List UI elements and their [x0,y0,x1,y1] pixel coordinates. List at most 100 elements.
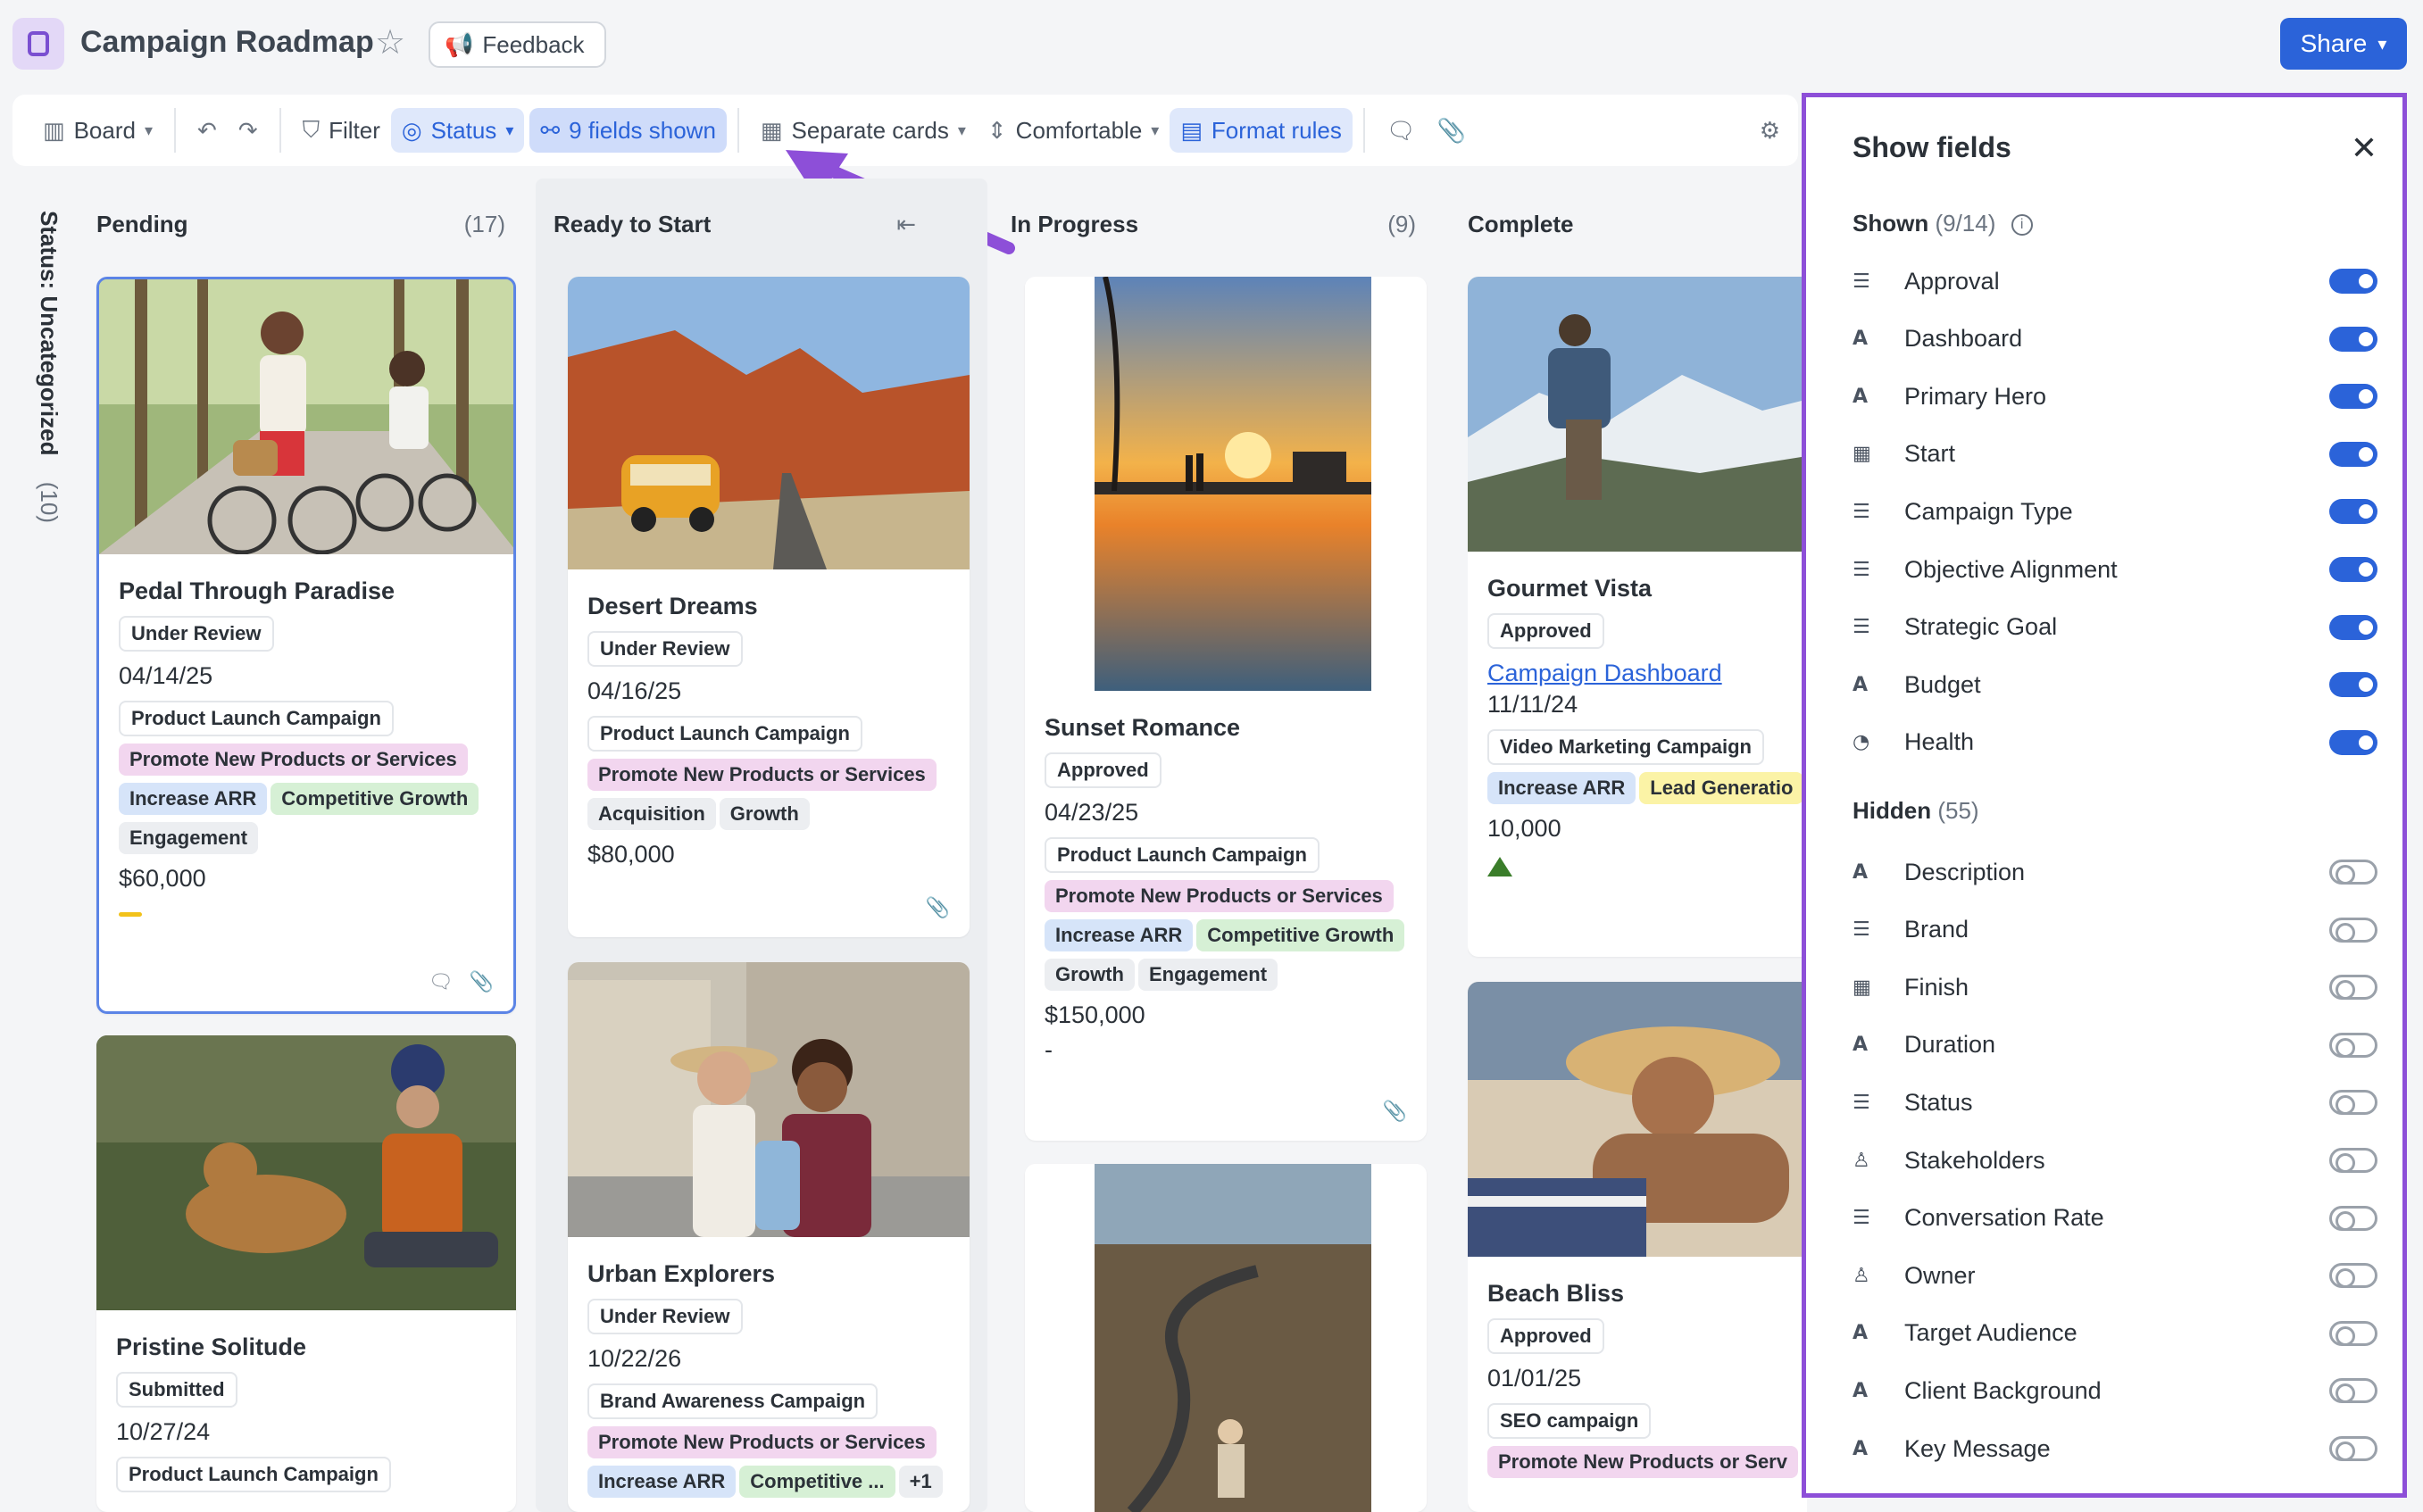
approval-chip: Approved [1487,613,1604,649]
field-row-primary-hero[interactable]: A Primary Hero [1853,378,2377,414]
field-visibility-toggle[interactable] [2329,441,2377,467]
card-gourmet-vista[interactable]: Gourmet Vista Approved Campaign Dashboar… [1468,277,1807,957]
field-row-brand[interactable]: ☰ Brand [1853,912,2377,948]
field-visibility-toggle[interactable] [2329,860,2377,885]
paperclip-icon[interactable]: 📎 [470,970,494,993]
field-row-client-background[interactable]: A Client Background [1853,1373,2377,1408]
field-visibility-toggle[interactable] [2329,1436,2377,1461]
undo-button[interactable]: ↶ [187,108,228,153]
field-row-start[interactable]: ▦ Start [1853,436,2377,472]
field-visibility-toggle[interactable] [2329,326,2377,352]
card-sunset-romance[interactable]: Sunset Romance Approved 04/23/25 Product… [1025,277,1427,1141]
field-visibility-toggle[interactable] [2329,729,2377,755]
field-row-objective-alignment[interactable]: ☰ Objective Alignment [1853,552,2377,587]
card-image [568,277,970,569]
card-desert-dreams[interactable]: Desert Dreams Under Review 04/16/25 Prod… [568,277,970,937]
app-icon[interactable] [12,18,64,70]
card-urban-explorers[interactable]: Urban Explorers Under Review 10/22/26 Br… [568,962,970,1512]
card-pedal-through-paradise[interactable]: Pedal Through Paradise Under Review 04/1… [96,277,516,1014]
column-title: In Progress [1011,211,1139,237]
health-value: - [1045,1036,1053,1063]
approval-chip: Approved [1045,752,1162,788]
card-beach-bliss[interactable]: Beach Bliss Approved 01/01/25 SEO campai… [1468,982,1807,1512]
field-row-duration[interactable]: A Duration [1853,1027,2377,1063]
approval-chip: Under Review [587,1299,743,1334]
comment-add-icon[interactable]: 🗨 [429,970,454,993]
group-icon: ◎ [401,116,422,144]
redo-button[interactable]: ↷ [228,108,269,153]
field-visibility-toggle[interactable] [2329,917,2377,943]
attachment-button[interactable]: 📎 [1427,108,1477,153]
list-icon: ☰ [1853,558,1870,581]
field-row-health[interactable]: ◔ Health [1853,725,2377,760]
field-visibility-toggle[interactable] [2329,614,2377,640]
field-visibility-toggle[interactable] [2329,1205,2377,1231]
card-title: Gourmet Vista [1487,575,1653,602]
field-visibility-toggle[interactable] [2329,269,2377,294]
undo-icon: ↶ [197,116,217,144]
field-visibility-toggle[interactable] [2329,672,2377,698]
field-row-description[interactable]: A Description [1853,854,2377,890]
board-view-button[interactable]: ▥ Board ▾ [32,108,163,153]
paperclip-icon[interactable]: 📎 [1383,1100,1407,1123]
objective-chip: Promote New Products or Services [587,759,937,791]
field-row-key-message[interactable]: A Key Message [1853,1431,2377,1466]
shown-label: Shown [1853,210,1929,237]
field-visibility-toggle[interactable] [2329,384,2377,410]
separate-cards-button[interactable]: ▦ Separate cards ▾ [750,108,977,153]
uncategorized-group[interactable]: Status: Uncategorized (10) [16,211,79,550]
field-row-owner[interactable]: ♙ Owner [1853,1258,2377,1293]
collapse-column-icon[interactable]: ⇤ [896,211,916,238]
field-row-approval[interactable]: ☰ Approval [1853,263,2377,299]
start-date: 04/23/25 [1045,799,1139,826]
field-visibility-toggle[interactable] [2329,1378,2377,1404]
goal-chip: Lead Generatio [1639,772,1804,804]
dashboard-link[interactable]: Campaign Dashboard [1487,660,1807,687]
paperclip-icon[interactable]: 📎 [926,896,950,919]
card-in-progress-2[interactable] [1025,1164,1427,1512]
column-header: Ready to Start ⇤ [554,211,970,246]
goal-chip: Engagement [119,822,259,854]
field-row-dashboard[interactable]: A Dashboard [1853,321,2377,357]
goal-chip: Increase ARR [1045,919,1194,951]
feedback-button[interactable]: 📢 Feedback [429,21,606,68]
field-visibility-toggle[interactable] [2329,1032,2377,1058]
field-row-status[interactable]: ☰ Status [1853,1084,2377,1120]
field-visibility-toggle[interactable] [2329,557,2377,582]
format-rules-button[interactable]: ▤ Format rules [1170,108,1353,153]
share-button[interactable]: Share ▾ [2280,18,2407,70]
field-row-strategic-goal[interactable]: ☰ Strategic Goal [1853,610,2377,645]
more-chips-badge[interactable]: +1 [898,1466,943,1498]
star-icon[interactable]: ☆ [375,25,405,61]
info-icon[interactable]: i [2011,214,2033,237]
close-icon[interactable]: ✕ [2351,129,2377,167]
field-visibility-toggle[interactable] [2329,499,2377,525]
field-visibility-toggle[interactable] [2329,1263,2377,1289]
fields-shown-button[interactable]: ⚯ 9 fields shown [529,108,727,153]
field-row-campaign-type[interactable]: ☰ Campaign Type [1853,494,2377,529]
field-row-conversation-rate[interactable]: ☰ Conversation Rate [1853,1200,2377,1236]
field-visibility-toggle[interactable] [2329,1148,2377,1173]
field-visibility-toggle[interactable] [2329,1320,2377,1346]
field-row-target-audience[interactable]: A Target Audience [1853,1316,2377,1351]
comment-button[interactable]: 🗨 [1376,108,1427,153]
card-title: Pristine Solitude [116,1333,307,1360]
field-row-finish[interactable]: ▦ Finish [1853,969,2377,1005]
field-name: Brand [1904,916,1969,943]
settings-button[interactable]: ⚙ [1749,108,1791,153]
field-visibility-toggle[interactable] [2329,975,2377,1001]
field-visibility-toggle[interactable] [2329,1090,2377,1116]
group-by-status-button[interactable]: ◎ Status ▾ [390,108,525,153]
filter-button[interactable]: ⛉ Filter [292,108,391,153]
field-row-stakeholders[interactable]: ♙ Stakeholders [1853,1142,2377,1178]
field-name: Finish [1904,973,1969,1001]
field-row-budget[interactable]: A Budget [1853,667,2377,702]
column-header: Pending (17) [96,211,516,246]
chevron-down-icon: ▾ [957,120,966,139]
card-pristine-solitude[interactable]: Pristine Solitude Submitted 10/27/24 Pro… [96,1035,516,1512]
field-name: Start [1904,440,1956,468]
density-button[interactable]: ⇕ Comfortable ▾ [977,108,1170,153]
column-count: (9) [1387,211,1416,237]
field-name: Key Message [1904,1434,2051,1462]
goal-chip: Increase ARR [587,1466,737,1498]
